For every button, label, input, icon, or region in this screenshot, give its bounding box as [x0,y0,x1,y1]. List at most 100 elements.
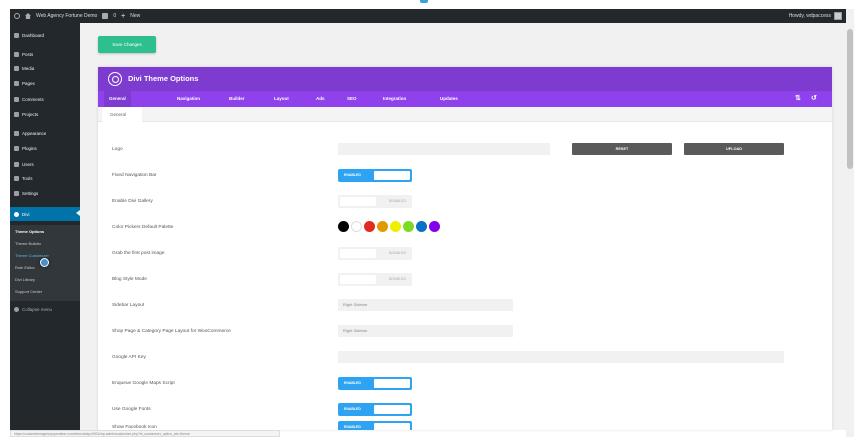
page-scrollbar[interactable] [846,9,854,437]
tab-integration[interactable]: Integration [378,91,411,107]
dashboard-icon [14,32,19,38]
fixed-nav-toggle[interactable]: ENABLED [338,169,412,182]
palette-swatch-7[interactable] [429,221,440,232]
toggle-knob [340,249,376,258]
shop-layout-select[interactable]: Right Sidebar [338,325,513,337]
collapse-menu-label: Collapse menu [22,306,53,312]
palette-swatch-3[interactable] [377,221,388,232]
tab-builder[interactable]: Builder [224,91,250,107]
main-content: Save Changes Divi Theme Options General … [80,23,846,430]
avatar[interactable] [834,12,842,20]
wordpress-logo-icon[interactable] [14,13,20,19]
video-progress-marker [420,0,428,3]
upload-button[interactable]: UPLOAD [684,143,784,155]
divi-logo-icon [108,72,122,86]
sidebar-item-media[interactable]: Media [10,62,80,74]
home-icon [25,13,31,19]
palette-swatch-6[interactable] [416,221,427,232]
panel-title: Divi Theme Options [128,74,199,83]
google-fonts-label: Use Google Fonts [112,407,151,412]
enqueue-maps-toggle[interactable]: ENABLED [338,377,412,390]
mouse-cursor-icon [40,258,49,267]
sidebar-item-dashboard[interactable]: Dashboard [10,29,80,41]
palette-swatch-2[interactable] [364,221,375,232]
toggle-state-text: ENABLED [344,425,361,429]
submenu-role-editor[interactable]: Role Editor [15,265,35,270]
sidebar-item-label: Settings [22,190,39,196]
toggle-state-text: ENABLED [344,381,361,385]
sidebar-item-settings[interactable]: Settings [10,187,80,199]
comment-icon[interactable] [102,13,109,19]
reset-button[interactable]: RESET [572,143,672,155]
submenu-theme-options[interactable]: Theme Options [15,229,44,234]
sidebar-item-label: Dashboard [22,32,45,38]
history-icon[interactable]: ↺ [811,95,817,102]
sidebar-item-posts[interactable]: Posts [10,48,80,60]
sidebar-item-users[interactable]: Users [10,158,80,170]
comment-icon [14,96,19,102]
admin-bar: Web Agency Fortune Demo 0 + New Howdy, w… [10,9,846,23]
palette-swatch-4[interactable] [390,221,401,232]
tab-navigation[interactable]: Navigation [172,91,205,107]
sidebar-item-label: Comments [22,96,44,102]
sidebar-item-label: Media [22,65,35,71]
submenu-divi-library[interactable]: Divi Library [15,277,35,282]
sort-icon[interactable]: ⇅ [795,95,801,102]
sidebar-item-label: Appearance [22,130,47,136]
save-changes-button[interactable]: Save Changes [98,36,156,53]
site-name-link[interactable]: Web Agency Fortune Demo [36,13,97,19]
palette-swatch-1[interactable] [351,221,362,232]
comments-count: 0 [113,13,117,19]
facebook-icon-toggle[interactable]: ENABLED [338,421,412,430]
palette-swatch-5[interactable] [403,221,414,232]
sidebar-layout-label: Sidebar Layout [112,303,145,308]
scrollbar-thumb[interactable] [847,29,853,169]
collapse-menu-button[interactable]: Collapse menu [10,303,80,315]
logo-url-input[interactable] [338,143,550,155]
pin-icon [14,51,19,57]
tab-general[interactable]: General [104,91,131,107]
tab-ads[interactable]: Ads [311,91,330,107]
new-content-link[interactable]: New [130,13,140,19]
enqueue-maps-label: Enqueue Google Maps Script [112,381,175,386]
sidebar-item-projects[interactable]: Projects [10,108,80,120]
submenu-theme-builder[interactable]: Theme Builder [15,241,41,246]
toggle-state-text: ENABLED [344,407,361,411]
tab-layout[interactable]: Layout [269,91,294,107]
divi-gallery-toggle[interactable]: DISABLED [338,195,412,208]
palette-swatch-0[interactable] [338,221,349,232]
sidebar-item-divi[interactable]: Divi [10,207,80,221]
toggle-knob [374,171,410,180]
google-fonts-toggle[interactable]: ENABLED [338,403,412,416]
google-api-key-input[interactable] [338,351,784,363]
blog-style-label: Blog Style Mode [112,277,147,282]
divi-icon [14,211,19,217]
howdy-user-link[interactable]: Howdy, wdpaccess [789,13,831,19]
sidebar-item-label: Plugins [22,145,37,151]
admin-sidebar: Dashboard Posts Media Pages Comments Pro… [10,23,80,430]
sidebar-item-label: Divi [22,211,30,217]
grab-first-image-toggle[interactable]: DISABLED [338,247,412,260]
sidebar-item-tools[interactable]: Tools [10,172,80,184]
toggle-state-text: DISABLED [388,277,406,281]
collapse-icon [14,306,19,312]
sidebar-item-comments[interactable]: Comments [10,93,80,105]
tab-updates[interactable]: Updates [435,91,463,107]
submenu-support-center[interactable]: Support Center [15,289,42,294]
blog-style-toggle[interactable]: DISABLED [338,273,412,286]
toggle-knob [374,405,410,414]
sidebar-item-pages[interactable]: Pages [10,77,80,89]
subtab-general[interactable]: General [102,107,142,122]
logo-label: Logo [112,147,123,152]
plus-icon: + [121,12,126,20]
media-icon [14,65,19,71]
sidebar-item-label: Tools [22,175,33,181]
google-api-key-label: Google API Key [112,355,146,360]
tab-seo[interactable]: SEO [342,91,362,107]
sidebar-layout-select[interactable]: Right Sidebar [338,299,513,311]
sidebar-item-plugins[interactable]: Plugins [10,142,80,154]
subtab-bar: General [98,107,832,122]
toggle-state-text: DISABLED [388,251,406,255]
toggle-knob [374,379,410,388]
sidebar-item-appearance[interactable]: Appearance [10,127,80,139]
